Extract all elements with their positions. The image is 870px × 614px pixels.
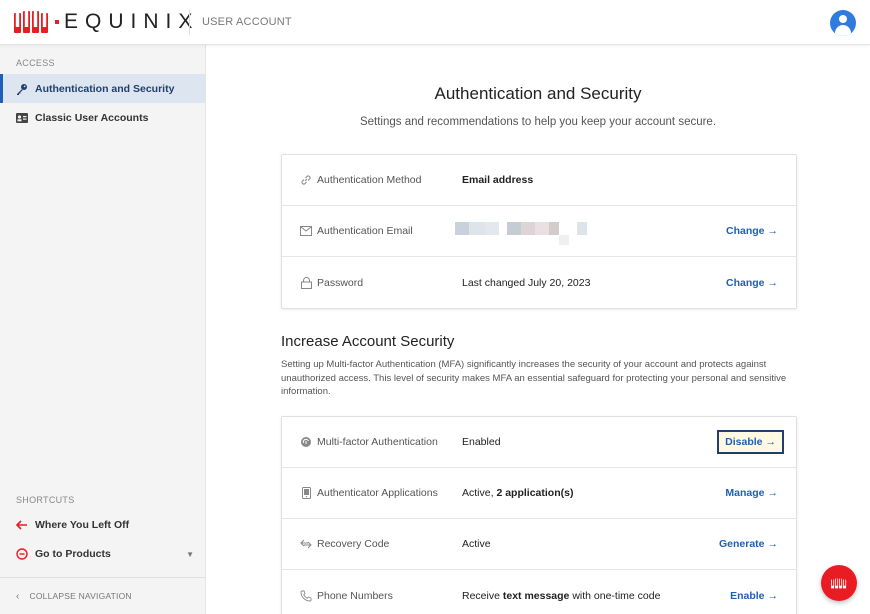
arrow-right-icon: →	[767, 225, 779, 237]
logo-dot	[55, 20, 59, 24]
row-password: Password Last changed July 20, 2023 Chan…	[282, 257, 796, 308]
security-heading: Increase Account Security	[281, 333, 455, 350]
row-authentication-method: Authentication Method Email address	[282, 155, 796, 206]
row-label: Recovery Code	[317, 538, 390, 550]
change-password-button[interactable]: Change →	[726, 277, 778, 289]
row-label: Phone Numbers	[317, 589, 393, 602]
chat-launcher-button[interactable]	[821, 565, 857, 601]
row-label: Authenticator Applications	[317, 487, 438, 499]
arrow-right-icon: →	[765, 436, 777, 448]
top-bar: EQUINIX USER ACCOUNT	[0, 0, 870, 45]
shortcut-label: Go to Products	[35, 548, 111, 560]
equinix-chat-icon	[831, 578, 847, 588]
handset-icon	[300, 590, 312, 602]
arrow-right-icon: →	[767, 276, 779, 289]
arrow-right-icon: →	[767, 487, 779, 499]
row-value: Active	[462, 538, 491, 550]
arrow-right-icon: →	[767, 538, 779, 550]
row-authenticator-applications: Authenticator Applications Active, 2 app…	[282, 468, 796, 519]
equinix-logo-mark-icon	[14, 11, 48, 33]
row-value: Email address	[462, 174, 534, 186]
row-phone-numbers: Phone Numbers Receive text message with …	[282, 570, 796, 614]
row-multi-factor-authentication: Multi-factor Authentication Enabled Disa…	[282, 417, 796, 468]
redacted-email	[455, 222, 605, 246]
sidebar-section-access: ACCESS	[16, 58, 55, 68]
arrow-left-icon	[16, 519, 28, 531]
equinix-logo[interactable]: EQUINIX	[14, 10, 199, 34]
row-value: Last changed July 20, 2023	[462, 276, 591, 289]
caret-down-icon: ▼	[186, 549, 194, 559]
row-authentication-email: Authentication Email Change →	[282, 206, 796, 257]
disable-mfa-button[interactable]: Disable →	[717, 430, 784, 454]
fingerprint-icon	[300, 436, 312, 448]
products-icon	[16, 548, 28, 560]
row-value: Enabled	[462, 436, 501, 448]
row-label: Authentication Email	[317, 225, 413, 237]
sidebar: ACCESS Authentication and Security Class…	[0, 45, 206, 614]
row-value: Receive text message with one-time code	[462, 589, 661, 602]
page-title: Authentication and Security	[434, 84, 642, 103]
mfa-card: Multi-factor Authentication Enabled Disa…	[281, 416, 797, 614]
page-subtitle: Settings and recommendations to help you…	[359, 116, 717, 128]
authentication-card: Authentication Method Email address Auth…	[281, 154, 797, 309]
shortcut-where-you-left-off[interactable]: Where You Left Off	[0, 512, 206, 538]
change-email-button[interactable]: Change →	[726, 225, 778, 237]
row-label: Authentication Method	[317, 174, 422, 186]
collapse-label: COLLAPSE NAVIGATION	[29, 591, 132, 601]
id-card-icon	[16, 112, 28, 124]
app-name: USER ACCOUNT	[202, 16, 292, 28]
row-value: Active, 2 application(s)	[462, 487, 574, 499]
phone-icon	[300, 487, 312, 499]
user-avatar-icon[interactable]	[830, 10, 856, 36]
sidebar-section-shortcuts: SHORTCUTS	[16, 495, 75, 505]
lock-icon	[300, 276, 312, 289]
row-recovery-code: Recovery Code Active Generate →	[282, 519, 796, 570]
generate-recovery-code-button[interactable]: Generate →	[719, 538, 778, 550]
sidebar-item-label: Classic User Accounts	[35, 111, 149, 124]
envelope-icon	[300, 225, 312, 237]
sidebar-item-classic-user-accounts[interactable]: Classic User Accounts	[0, 103, 206, 132]
chevron-left-icon: ‹	[16, 590, 20, 602]
link-icon	[300, 174, 312, 186]
key-icon	[16, 83, 28, 95]
sidebar-item-authentication-security[interactable]: Authentication and Security	[0, 74, 206, 103]
row-label: Password	[317, 276, 364, 289]
recovery-icon	[300, 538, 312, 550]
shortcut-label: Where You Left Off	[35, 519, 130, 531]
header-divider	[189, 10, 190, 35]
shortcut-go-to-products[interactable]: Go to Products ▼	[0, 541, 206, 567]
security-description: Setting up Multi-factor Authentication (…	[281, 359, 787, 397]
manage-authenticators-button[interactable]: Manage →	[725, 487, 778, 499]
logo-text: EQUINIX	[64, 10, 200, 33]
collapse-navigation-button[interactable]: ‹ COLLAPSE NAVIGATION	[0, 577, 206, 614]
enable-phone-button[interactable]: Enable →	[730, 590, 778, 602]
sidebar-item-label: Authentication and Security	[35, 82, 175, 95]
row-label: Multi-factor Authentication	[317, 436, 438, 448]
arrow-right-icon: →	[767, 589, 779, 602]
